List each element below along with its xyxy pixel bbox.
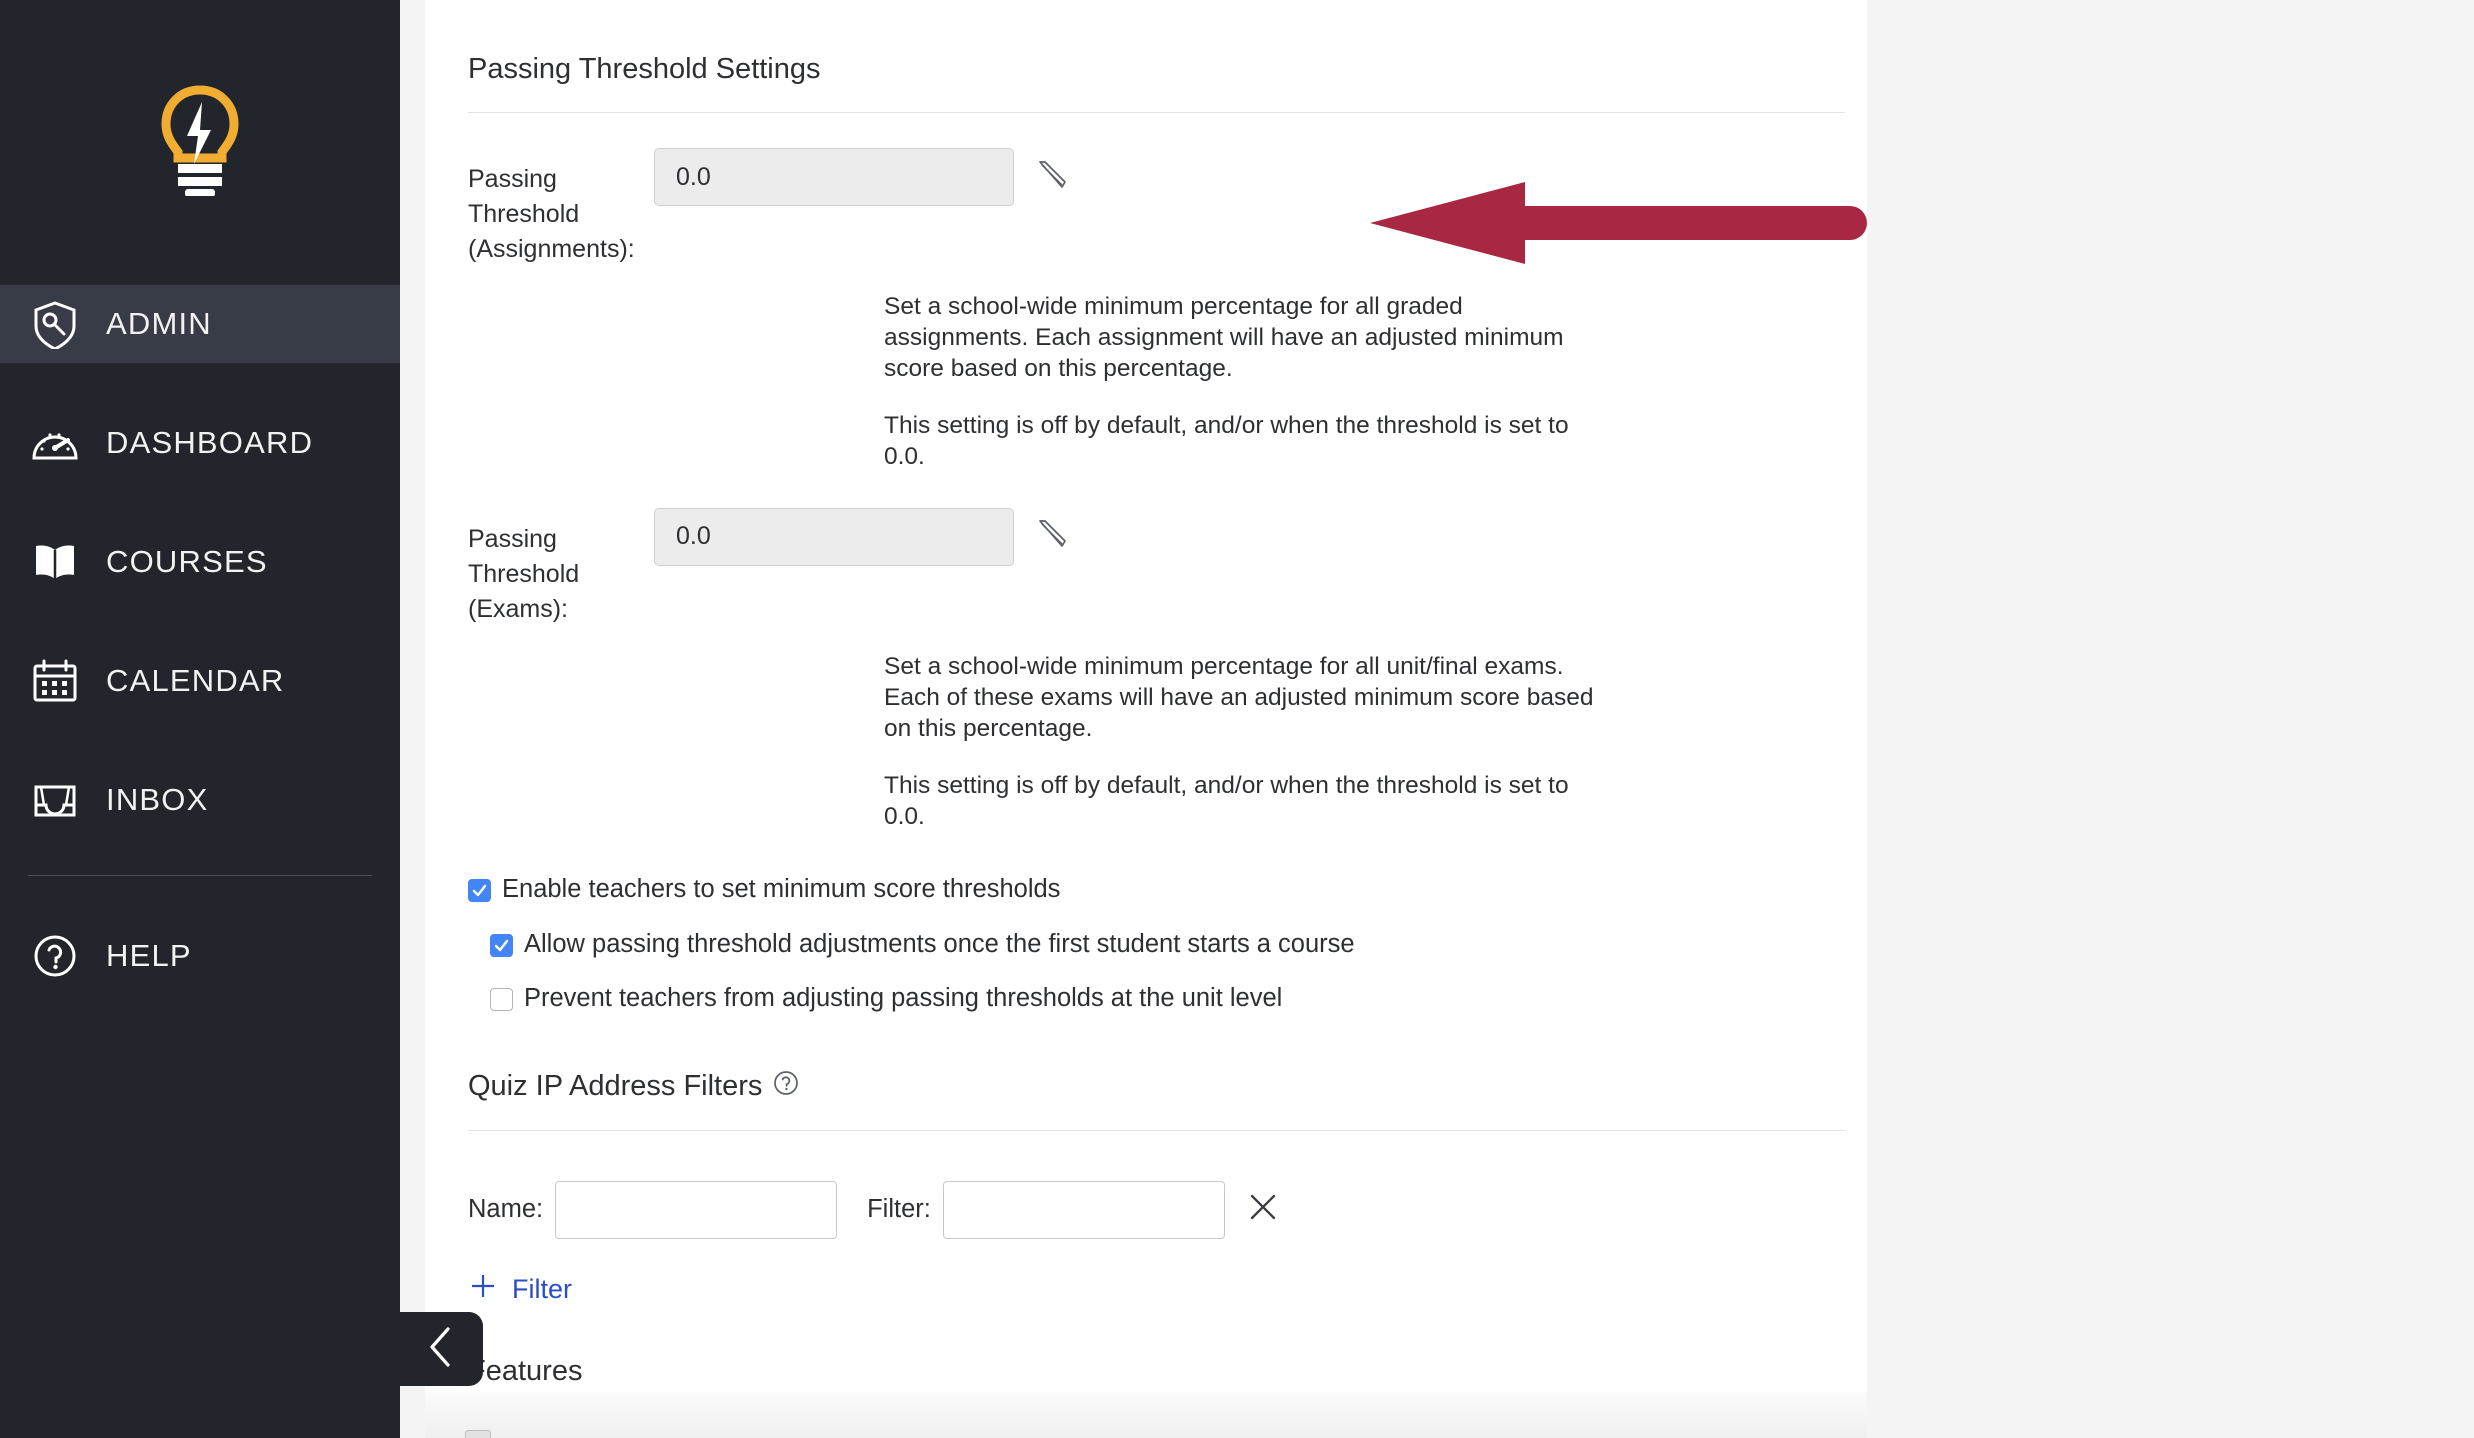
ip-filter-filter-label: Filter: xyxy=(867,1195,931,1224)
chevron-left-icon xyxy=(423,1324,459,1375)
check-icon xyxy=(494,939,509,951)
quiz-ip-title-text: Quiz IP Address Filters xyxy=(468,1070,763,1103)
settings-panel: Passing Threshold Settings Passing Thres… xyxy=(425,0,1867,1438)
checkbox-prevent-unit-level[interactable] xyxy=(490,988,513,1012)
field-label-line1: Passing Threshold xyxy=(468,165,580,228)
field-row-assignments: Passing Threshold (Assignments): 0.0 xyxy=(425,148,1867,267)
checkbox-row-enable-teachers: Enable teachers to set minimum score thr… xyxy=(468,874,1867,905)
check-icon xyxy=(472,884,487,897)
shield-key-icon xyxy=(28,297,82,351)
quiz-ip-section-title: Quiz IP Address Filters xyxy=(425,1070,1867,1104)
sidebar-item-label: COURSES xyxy=(106,544,268,579)
edit-exams-button[interactable] xyxy=(1028,508,1076,566)
plus-icon xyxy=(468,1271,498,1308)
quiz-ip-divider xyxy=(468,1129,1845,1131)
nav-gap-1 xyxy=(0,363,400,404)
open-book-icon xyxy=(28,535,82,589)
sidebar-item-admin[interactable]: ADMIN xyxy=(0,285,400,363)
question-circle-icon xyxy=(28,929,82,983)
sidebar-item-courses[interactable]: COURSES xyxy=(0,523,400,601)
field-row-exams: Passing Threshold (Exams): 0.0 xyxy=(425,507,1867,627)
add-filter-button[interactable]: Filter xyxy=(425,1271,1867,1308)
page-title: Passing Threshold Settings xyxy=(468,53,821,85)
sidebar-collapse-button[interactable] xyxy=(398,1312,483,1386)
ip-filter-name-input[interactable] xyxy=(555,1180,838,1239)
panel-gutter xyxy=(400,0,425,1438)
field-label-line1: Passing Threshold xyxy=(468,524,580,588)
brand-logo[interactable] xyxy=(0,0,400,285)
gauge-icon xyxy=(28,416,82,470)
nav-gap-2 xyxy=(0,482,400,523)
desc-block-exams: Set a school-wide minimum percentage for… xyxy=(425,651,1867,833)
ip-filter-value-input[interactable] xyxy=(942,1180,1225,1239)
pencil-icon xyxy=(1035,158,1069,197)
question-circle-icon[interactable] xyxy=(773,1070,799,1104)
desc-text: Set a school-wide minimum percentage for… xyxy=(884,293,1564,383)
field-label-line2: (Assignments): xyxy=(468,235,635,263)
sidebar-item-label: HELP xyxy=(106,938,192,973)
features-section-title: Features xyxy=(468,1354,583,1387)
desc-text-secondary: This setting is off by default, and/or w… xyxy=(884,771,1569,830)
checkbox-enable-teachers[interactable] xyxy=(468,879,491,903)
checkbox-label: Prevent teachers from adjusting passing … xyxy=(524,984,1283,1013)
checkbox-allow-adjustments[interactable] xyxy=(490,933,513,957)
passing-threshold-exams-input[interactable]: 0.0 xyxy=(654,507,1014,566)
sidebar-item-label: ADMIN xyxy=(106,306,212,341)
checkbox-row-prevent-unit-level: Prevent teachers from adjusting passing … xyxy=(468,983,1867,1014)
inbox-tray-icon xyxy=(28,773,82,827)
checkbox-label: Enable teachers to set minimum score thr… xyxy=(502,875,1061,904)
lightbulb-lightning-icon xyxy=(154,84,246,201)
checkbox-label: Allow passing threshold adjustments once… xyxy=(524,929,1355,958)
sidebar-item-label: INBOX xyxy=(106,782,209,817)
nav-gap-4 xyxy=(0,720,400,761)
sidebar-item-calendar[interactable]: CALENDAR xyxy=(0,642,400,720)
sidebar-item-help[interactable]: HELP xyxy=(0,917,400,995)
field-label-line2: (Exams): xyxy=(468,594,568,623)
desc-text: Set a school-wide minimum percentage for… xyxy=(884,652,1594,742)
remove-ip-filter-button[interactable] xyxy=(1237,1184,1289,1236)
desc-block-assignments: Set a school-wide minimum percentage for… xyxy=(425,291,1867,473)
field-label-exams: Passing Threshold (Exams): xyxy=(468,508,654,627)
close-x-icon xyxy=(1247,1191,1279,1228)
nav-gap-3 xyxy=(0,601,400,642)
calendar-icon xyxy=(28,654,82,708)
field-label-assignments: Passing Threshold (Assignments): xyxy=(468,148,654,267)
app-root: ADMIN DASHBOARD COURSES CALENDAR INBOX H… xyxy=(0,0,2474,1438)
sidebar-item-dashboard[interactable]: DASHBOARD xyxy=(0,404,400,482)
desc-text-secondary: This setting is off by default, and/or w… xyxy=(884,412,1569,471)
checkbox-row-allow-adjustments: Allow passing threshold adjustments once… xyxy=(468,929,1867,960)
pencil-icon xyxy=(1035,517,1069,556)
threshold-options-group: Enable teachers to set minimum score thr… xyxy=(425,874,1867,1014)
ip-filter-row: Name: Filter: xyxy=(425,1180,1867,1239)
main-sidebar: ADMIN DASHBOARD COURSES CALENDAR INBOX H… xyxy=(0,0,400,1438)
add-filter-label: Filter xyxy=(512,1273,572,1304)
ip-filter-name-label: Name: xyxy=(468,1195,544,1224)
sidebar-item-label: DASHBOARD xyxy=(106,425,314,460)
features-first-checkbox-partial[interactable] xyxy=(465,1430,491,1438)
title-divider xyxy=(468,112,1845,113)
sidebar-item-inbox[interactable]: INBOX xyxy=(0,761,400,839)
features-content-strip xyxy=(425,1392,1867,1438)
nav-gap-5 xyxy=(0,876,400,917)
edit-assignments-button[interactable] xyxy=(1028,148,1076,206)
passing-threshold-assignments-input[interactable]: 0.0 xyxy=(654,148,1014,206)
sidebar-item-label: CALENDAR xyxy=(106,663,285,698)
